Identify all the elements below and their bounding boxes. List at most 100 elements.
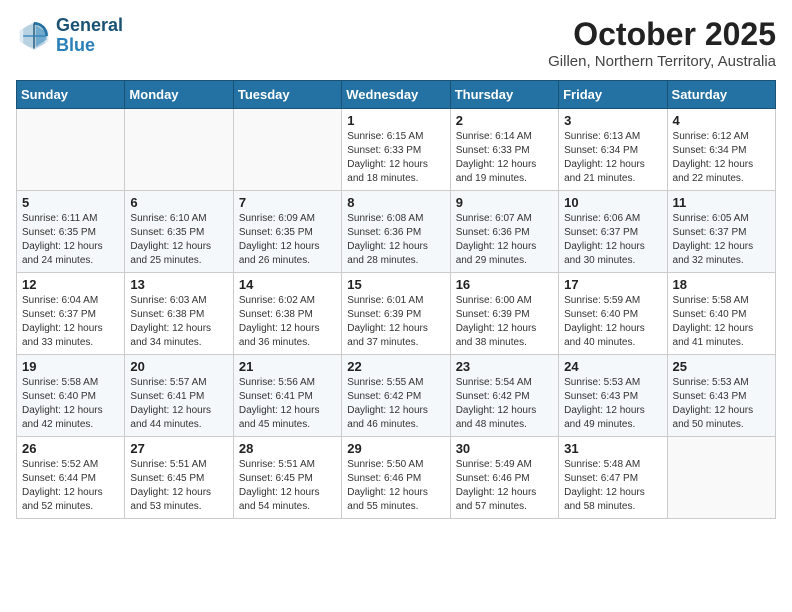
day-info: Sunrise: 6:13 AM Sunset: 6:34 PM Dayligh… [564,130,661,186]
day-number: 21 [239,359,336,374]
day-info: Sunrise: 5:56 AM Sunset: 6:41 PM Dayligh… [239,376,336,432]
day-info: Sunrise: 6:12 AM Sunset: 6:34 PM Dayligh… [673,130,770,186]
day-info: Sunrise: 6:02 AM Sunset: 6:38 PM Dayligh… [239,294,336,350]
day-number: 26 [22,441,119,456]
calendar-cell [667,437,775,519]
calendar-cell: 15 Sunrise: 6:01 AM Sunset: 6:39 PM Dayli… [342,273,450,355]
calendar-cell: 29 Sunrise: 5:50 AM Sunset: 6:46 PM Dayli… [342,437,450,519]
calendar-header-row: SundayMondayTuesdayWednesdayThursdayFrid… [17,81,776,109]
day-number: 31 [564,441,661,456]
calendar-cell: 26 Sunrise: 5:52 AM Sunset: 6:44 PM Dayli… [17,437,125,519]
weekday-header: Thursday [450,81,558,109]
day-info: Sunrise: 5:55 AM Sunset: 6:42 PM Dayligh… [347,376,444,432]
day-info: Sunrise: 6:00 AM Sunset: 6:39 PM Dayligh… [456,294,553,350]
day-info: Sunrise: 6:09 AM Sunset: 6:35 PM Dayligh… [239,212,336,268]
weekday-header: Saturday [667,81,775,109]
weekday-header: Wednesday [342,81,450,109]
day-number: 7 [239,195,336,210]
day-info: Sunrise: 5:58 AM Sunset: 6:40 PM Dayligh… [673,294,770,350]
logo-blue: Blue [56,36,123,56]
day-number: 29 [347,441,444,456]
day-info: Sunrise: 6:07 AM Sunset: 6:36 PM Dayligh… [456,212,553,268]
day-number: 5 [22,195,119,210]
page-title: October 2025 [548,16,776,53]
weekday-header: Friday [559,81,667,109]
calendar-cell: 12 Sunrise: 6:04 AM Sunset: 6:37 PM Dayli… [17,273,125,355]
calendar-cell: 9Sunrise: 6:07 AM Sunset: 6:36 PM Daylig… [450,191,558,273]
day-info: Sunrise: 5:59 AM Sunset: 6:40 PM Dayligh… [564,294,661,350]
day-number: 14 [239,277,336,292]
calendar-cell: 1Sunrise: 6:15 AM Sunset: 6:33 PM Daylig… [342,109,450,191]
calendar-cell: 22Sunrise: 5:55 AM Sunset: 6:42 PM Dayli… [342,355,450,437]
day-info: Sunrise: 5:51 AM Sunset: 6:45 PM Dayligh… [239,458,336,514]
day-number: 23 [456,359,553,374]
calendar-cell: 4 Sunrise: 6:12 AM Sunset: 6:34 PM Daylig… [667,109,775,191]
day-number: 1 [347,113,444,128]
calendar-week-row: 26 Sunrise: 5:52 AM Sunset: 6:44 PM Dayli… [17,437,776,519]
day-info: Sunrise: 5:51 AM Sunset: 6:45 PM Dayligh… [130,458,227,514]
day-info: Sunrise: 6:04 AM Sunset: 6:37 PM Dayligh… [22,294,119,350]
day-number: 3 [564,113,661,128]
day-info: Sunrise: 6:01 AM Sunset: 6:39 PM Dayligh… [347,294,444,350]
day-info: Sunrise: 5:49 AM Sunset: 6:46 PM Dayligh… [456,458,553,514]
page-header: General Blue October 2025 Gillen, Northe… [16,16,776,70]
day-number: 13 [130,277,227,292]
day-number: 24 [564,359,661,374]
calendar-cell: 7 Sunrise: 6:09 AM Sunset: 6:35 PM Daylig… [233,191,341,273]
day-info: Sunrise: 5:57 AM Sunset: 6:41 PM Dayligh… [130,376,227,432]
logo-text: General Blue [56,16,123,56]
day-info: Sunrise: 5:53 AM Sunset: 6:43 PM Dayligh… [564,376,661,432]
day-info: Sunrise: 5:54 AM Sunset: 6:42 PM Dayligh… [456,376,553,432]
calendar-cell: 14 Sunrise: 6:02 AM Sunset: 6:38 PM Dayli… [233,273,341,355]
day-number: 11 [673,195,770,210]
day-number: 27 [130,441,227,456]
day-number: 18 [673,277,770,292]
day-number: 16 [456,277,553,292]
day-info: Sunrise: 5:48 AM Sunset: 6:47 PM Dayligh… [564,458,661,514]
weekday-header: Tuesday [233,81,341,109]
day-number: 12 [22,277,119,292]
page-subtitle: Gillen, Northern Territory, Australia [548,53,776,70]
calendar-cell: 24 Sunrise: 5:53 AM Sunset: 6:43 PM Dayli… [559,355,667,437]
calendar-cell: 31 Sunrise: 5:48 AM Sunset: 6:47 PM Dayli… [559,437,667,519]
day-info: Sunrise: 6:06 AM Sunset: 6:37 PM Dayligh… [564,212,661,268]
day-number: 25 [673,359,770,374]
day-number: 2 [456,113,553,128]
day-number: 10 [564,195,661,210]
calendar-table: SundayMondayTuesdayWednesdayThursdayFrid… [16,80,776,519]
day-info: Sunrise: 5:58 AM Sunset: 6:40 PM Dayligh… [22,376,119,432]
calendar-cell: 11 Sunrise: 6:05 AM Sunset: 6:37 PM Dayli… [667,191,775,273]
calendar-cell: 6Sunrise: 6:10 AM Sunset: 6:35 PM Daylig… [125,191,233,273]
calendar-cell: 16 Sunrise: 6:00 AM Sunset: 6:39 PM Dayli… [450,273,558,355]
weekday-header: Sunday [17,81,125,109]
title-block: October 2025 Gillen, Northern Territory,… [548,16,776,70]
calendar-cell: 27 Sunrise: 5:51 AM Sunset: 6:45 PM Dayli… [125,437,233,519]
logo: General Blue [16,16,123,56]
day-number: 28 [239,441,336,456]
day-info: Sunrise: 5:53 AM Sunset: 6:43 PM Dayligh… [673,376,770,432]
calendar-cell: 2 Sunrise: 6:14 AM Sunset: 6:33 PM Daylig… [450,109,558,191]
calendar-cell [125,109,233,191]
day-info: Sunrise: 5:50 AM Sunset: 6:46 PM Dayligh… [347,458,444,514]
calendar-cell: 18 Sunrise: 5:58 AM Sunset: 6:40 PM Dayli… [667,273,775,355]
calendar-cell: 3 Sunrise: 6:13 AM Sunset: 6:34 PM Daylig… [559,109,667,191]
calendar-cell: 8Sunrise: 6:08 AM Sunset: 6:36 PM Daylig… [342,191,450,273]
calendar-cell: 30 Sunrise: 5:49 AM Sunset: 6:46 PM Dayli… [450,437,558,519]
calendar-cell: 20Sunrise: 5:57 AM Sunset: 6:41 PM Dayli… [125,355,233,437]
day-info: Sunrise: 6:14 AM Sunset: 6:33 PM Dayligh… [456,130,553,186]
calendar-week-row: 5Sunrise: 6:11 AM Sunset: 6:35 PM Daylig… [17,191,776,273]
calendar-cell: 21 Sunrise: 5:56 AM Sunset: 6:41 PM Dayli… [233,355,341,437]
calendar-cell [17,109,125,191]
day-number: 15 [347,277,444,292]
day-number: 4 [673,113,770,128]
calendar-week-row: 19Sunrise: 5:58 AM Sunset: 6:40 PM Dayli… [17,355,776,437]
day-number: 17 [564,277,661,292]
calendar-week-row: 1Sunrise: 6:15 AM Sunset: 6:33 PM Daylig… [17,109,776,191]
day-info: Sunrise: 6:05 AM Sunset: 6:37 PM Dayligh… [673,212,770,268]
day-number: 30 [456,441,553,456]
day-info: Sunrise: 5:52 AM Sunset: 6:44 PM Dayligh… [22,458,119,514]
day-info: Sunrise: 6:10 AM Sunset: 6:35 PM Dayligh… [130,212,227,268]
calendar-cell: 17 Sunrise: 5:59 AM Sunset: 6:40 PM Dayli… [559,273,667,355]
day-number: 8 [347,195,444,210]
weekday-header: Monday [125,81,233,109]
